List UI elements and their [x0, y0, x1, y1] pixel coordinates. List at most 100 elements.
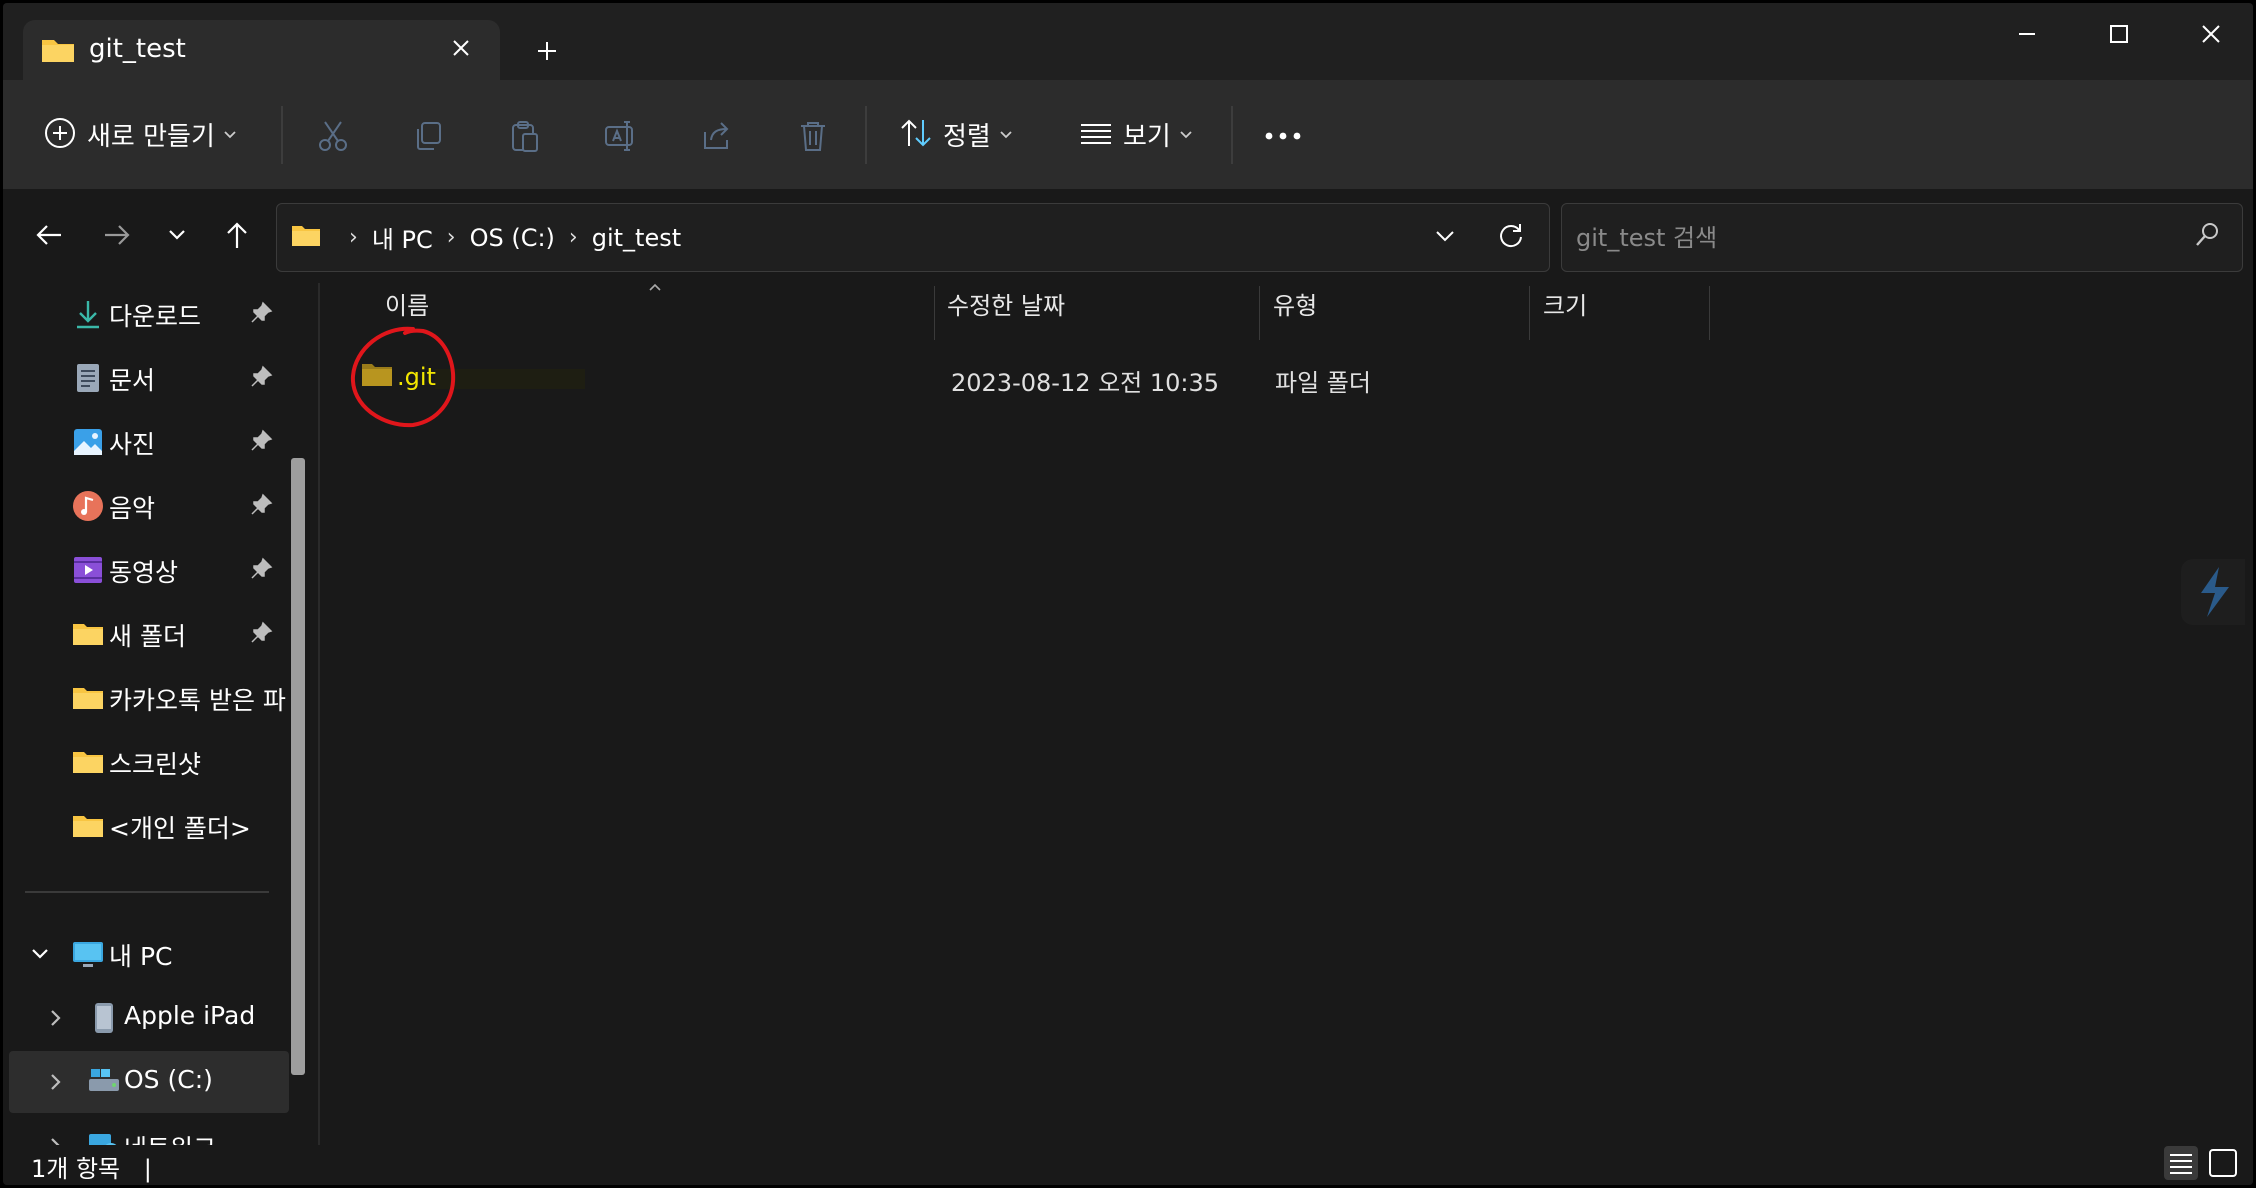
large-icons-view-icon[interactable] — [2205, 1145, 2241, 1181]
breadcrumb-my-pc[interactable]: 내 PC — [372, 220, 433, 255]
divider — [25, 891, 269, 893]
column-divider[interactable] — [1709, 286, 1710, 340]
chevron-down-icon[interactable] — [27, 941, 53, 971]
plus-circle-icon — [43, 116, 77, 154]
column-header-name[interactable]: 이름 — [385, 286, 429, 321]
new-button[interactable]: 새로 만들기 — [43, 80, 237, 189]
new-button-label: 새로 만들기 — [87, 122, 215, 152]
pin-icon[interactable] — [249, 621, 273, 649]
recent-locations-chevron-icon[interactable] — [155, 213, 199, 257]
sidebar-item-label: 네트워크 — [124, 1129, 300, 1145]
text-cursor: | — [143, 1155, 152, 1183]
paste-icon[interactable] — [501, 112, 549, 160]
chevron-right-icon[interactable] — [43, 1069, 69, 1099]
sidebar-scrollbar[interactable] — [291, 458, 305, 1075]
pane-divider — [318, 283, 320, 1145]
address-dropdown-chevron-icon[interactable] — [1425, 216, 1465, 256]
address-bar[interactable]: › 내 PC › OS (C:) › git_test — [276, 203, 1550, 272]
sidebar-item-label: OS (C:) — [124, 1065, 213, 1094]
sort-button[interactable]: 정렬 — [899, 80, 1013, 189]
music-icon — [71, 489, 105, 523]
sidebar-item-label: 스크린샷 — [109, 750, 202, 779]
pin-icon[interactable] — [249, 429, 273, 457]
status-bar: 1개 항목 | — [3, 1145, 2253, 1185]
column-header-type[interactable]: 유형 — [1273, 286, 1317, 321]
sidebar-item-pictures[interactable]: 사진 — [3, 411, 283, 473]
sidebar-item-my-pc[interactable]: 내 PC — [3, 923, 283, 985]
sidebar-item-os-c[interactable]: OS (C:) — [9, 1051, 289, 1113]
sort-arrows-icon — [899, 116, 933, 154]
refresh-icon[interactable] — [1491, 216, 1531, 256]
column-header-modified[interactable]: 수정한 날짜 — [947, 286, 1065, 321]
chevron-right-icon[interactable] — [43, 1005, 69, 1035]
column-divider[interactable] — [934, 286, 935, 340]
sort-button-label: 정렬 — [943, 122, 991, 152]
sidebar-item-new-folder[interactable]: 새 폴더 — [3, 603, 283, 665]
tab-title: git_test — [89, 34, 186, 64]
sidebar-item-label: Apple iPad — [124, 1001, 256, 1030]
chevron-right-icon[interactable] — [43, 1133, 69, 1145]
file-row[interactable]: .git 2023-08-12 오전 10:35 파일 폴더 — [343, 347, 1403, 401]
pin-icon[interactable] — [249, 557, 273, 585]
sidebar-item-documents[interactable]: 문서 — [3, 347, 283, 409]
new-tab-plus-icon[interactable] — [527, 31, 567, 71]
breadcrumb-os-c[interactable]: OS (C:) — [470, 224, 555, 252]
sidebar-item-network[interactable]: 네트워크 — [3, 1115, 283, 1145]
view-button[interactable]: 보기 — [1079, 80, 1193, 189]
search-box[interactable] — [1561, 203, 2243, 272]
rename-icon[interactable] — [597, 112, 645, 160]
file-explorer-window: git_test 새로 만들기 정렬 보기 › 내 PC › OS (C:) ›… — [3, 3, 2253, 1185]
tab-close-icon[interactable] — [441, 28, 481, 68]
delete-icon[interactable] — [789, 112, 837, 160]
download-icon — [71, 297, 105, 331]
more-options-icon[interactable] — [1259, 112, 1307, 160]
sidebar-item-kakaotalk[interactable]: 카카오톡 받은 파 — [3, 667, 286, 729]
details-view-icon[interactable] — [2163, 1145, 2199, 1181]
search-input[interactable] — [1574, 218, 2178, 258]
floating-widget[interactable] — [2181, 559, 2245, 625]
pin-icon[interactable] — [249, 493, 273, 521]
forward-arrow-icon[interactable] — [95, 213, 139, 257]
folder-icon — [71, 809, 105, 843]
tab-git-test[interactable]: git_test — [23, 20, 500, 80]
file-modified-date: 2023-08-12 오전 10:35 — [951, 369, 1220, 397]
sidebar-item-videos[interactable]: 동영상 — [3, 539, 283, 601]
file-type: 파일 폴더 — [1275, 369, 1371, 397]
folder-icon — [41, 36, 75, 68]
breadcrumb-git-test[interactable]: git_test — [592, 224, 681, 252]
chevron-down-icon — [1179, 125, 1193, 144]
column-header-size[interactable]: 크기 — [1543, 286, 1587, 321]
navigation-pane: 다운로드 문서 사진 음악 동영상 새 폴더 카카오톡 받은 파 스크린샷 <개… — [3, 283, 318, 1145]
column-divider[interactable] — [1259, 286, 1260, 340]
sidebar-item-music[interactable]: 음악 — [3, 475, 283, 537]
navigation-bar: › 내 PC › OS (C:) › git_test — [3, 189, 2253, 283]
chevron-down-icon — [999, 125, 1013, 144]
view-lines-icon — [1079, 116, 1113, 154]
network-icon — [87, 1129, 121, 1145]
folder-icon — [71, 745, 105, 779]
sidebar-item-screenshots[interactable]: 스크린샷 — [3, 731, 283, 793]
sidebar-item-apple-ipad[interactable]: Apple iPad — [3, 987, 283, 1049]
folder-icon — [71, 617, 105, 651]
column-divider[interactable] — [1529, 286, 1530, 340]
cut-icon[interactable] — [309, 112, 357, 160]
close-window-icon[interactable] — [2181, 11, 2241, 57]
up-arrow-icon[interactable] — [215, 213, 259, 257]
maximize-icon[interactable] — [2089, 11, 2149, 57]
share-icon[interactable] — [693, 112, 741, 160]
ipad-icon — [87, 1001, 121, 1035]
pin-icon[interactable] — [249, 365, 273, 393]
breadcrumb-separator: › — [349, 225, 358, 250]
copy-icon[interactable] — [405, 112, 453, 160]
divider — [865, 106, 867, 164]
sidebar-item-label: 카카오톡 받은 파 — [109, 686, 286, 715]
view-button-label: 보기 — [1123, 122, 1171, 152]
pin-icon[interactable] — [249, 301, 273, 329]
pc-icon — [71, 937, 105, 971]
back-arrow-icon[interactable] — [27, 213, 71, 257]
breadcrumb: › 내 PC › OS (C:) › git_test — [291, 220, 681, 255]
sidebar-item-downloads[interactable]: 다운로드 — [3, 283, 283, 345]
minimize-icon[interactable] — [1997, 11, 2057, 57]
sidebar-item-personal-folder[interactable]: <개인 폴더> — [3, 795, 283, 857]
search-icon[interactable] — [2192, 220, 2222, 254]
